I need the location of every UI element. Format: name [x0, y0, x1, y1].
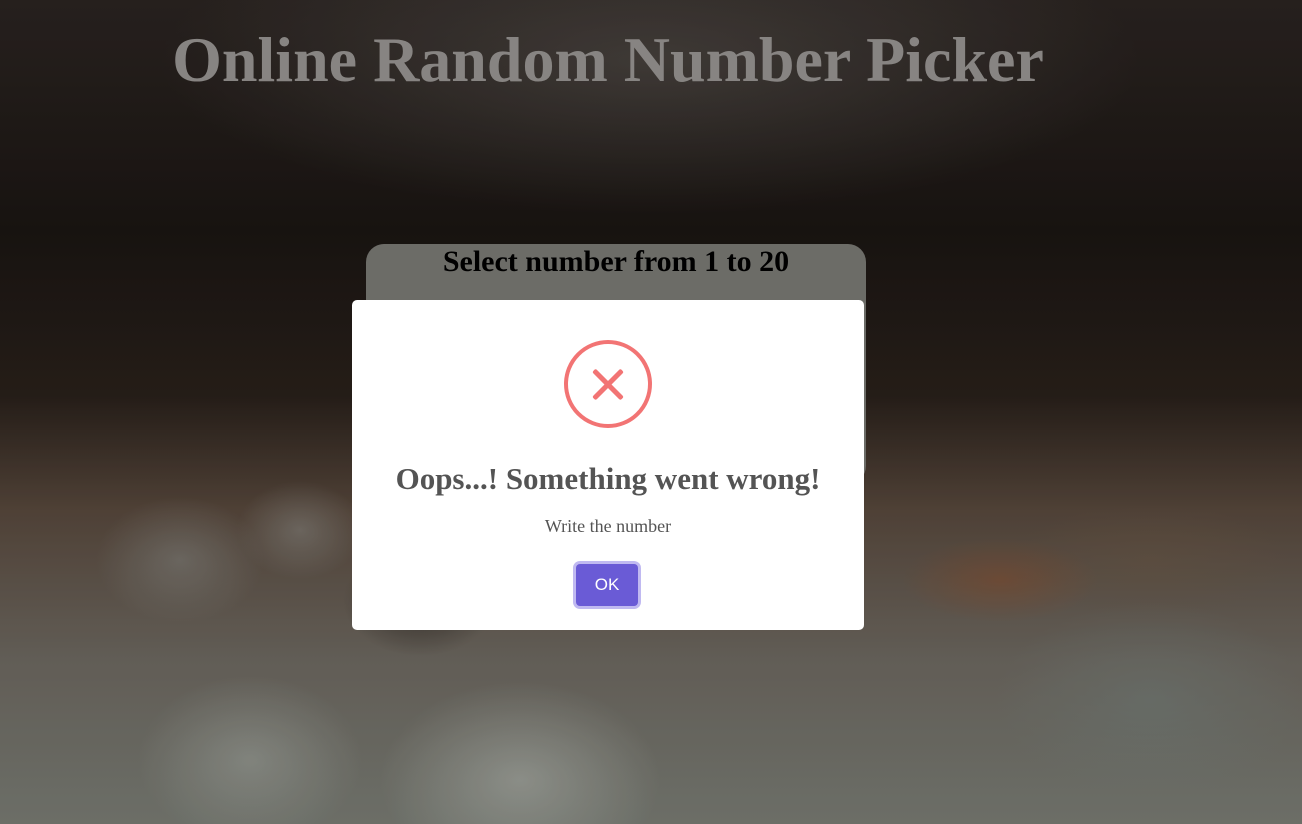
error-dialog: Oops...! Something went wrong! Write the…: [352, 300, 864, 630]
ok-button[interactable]: OK: [576, 564, 638, 606]
dialog-title: Oops...! Something went wrong!: [395, 461, 821, 496]
dialog-message: Write the number: [544, 516, 672, 536]
error-x-icon: [564, 340, 652, 428]
